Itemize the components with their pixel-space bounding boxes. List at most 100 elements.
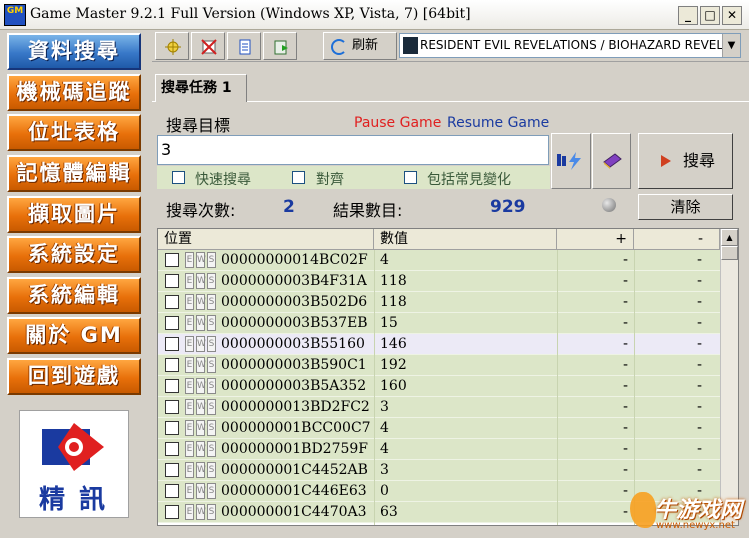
flag-w-icon[interactable]: W [196, 378, 206, 394]
column-header-decrease[interactable]: - [634, 229, 720, 250]
row-checkbox[interactable] [165, 358, 179, 372]
search-settings-button[interactable] [592, 133, 631, 189]
save-file-button[interactable] [263, 32, 297, 60]
pause-game-link[interactable]: Pause Game [354, 115, 441, 131]
column-header-address[interactable]: 位置 [158, 229, 374, 250]
flag-e-icon[interactable]: E [185, 294, 194, 310]
flag-w-icon[interactable]: W [196, 273, 206, 289]
flag-s-icon[interactable]: S [207, 315, 216, 331]
table-row[interactable]: E W S 00000000014BC02F 4 - - [158, 250, 720, 271]
flag-e-icon[interactable]: E [185, 252, 194, 268]
column-header-value[interactable]: 數值 [374, 229, 557, 250]
row-checkbox[interactable] [165, 379, 179, 393]
flag-w-icon[interactable]: W [196, 483, 206, 499]
flag-s-icon[interactable]: S [207, 336, 216, 352]
align-checkbox[interactable] [292, 171, 305, 184]
scroll-thumb[interactable] [721, 246, 738, 260]
flag-s-icon[interactable]: S [207, 294, 216, 310]
clear-button[interactable]: 清除 [638, 194, 733, 220]
table-row[interactable]: E W S 000000001C4452AB 3 - - [158, 460, 720, 481]
sidebar-item-system-edit[interactable]: 系統編輯 [7, 277, 141, 314]
flag-e-icon[interactable]: E [185, 336, 194, 352]
flag-w-icon[interactable]: W [196, 399, 206, 415]
vertical-scrollbar[interactable]: ▲ [720, 229, 738, 525]
row-checkbox[interactable] [165, 274, 179, 288]
search-mode-button[interactable] [551, 133, 591, 189]
flag-e-icon[interactable]: E [185, 504, 194, 520]
flag-w-icon[interactable]: W [196, 420, 206, 436]
flag-s-icon[interactable]: S [207, 462, 216, 478]
row-checkbox[interactable] [165, 505, 179, 519]
maximize-button[interactable]: □ [700, 6, 720, 25]
flag-s-icon[interactable]: S [207, 504, 216, 520]
row-checkbox[interactable] [165, 316, 179, 330]
resume-game-link[interactable]: Resume Game [447, 115, 549, 131]
chevron-down-icon[interactable]: ▼ [722, 34, 740, 57]
table-row[interactable]: E W S 0000000003B590C1 192 - - [158, 355, 720, 376]
new-search-button[interactable] [155, 32, 189, 60]
flag-w-icon[interactable]: W [196, 315, 206, 331]
flag-e-icon[interactable]: E [185, 378, 194, 394]
flag-e-icon[interactable]: E [185, 483, 194, 499]
flag-w-icon[interactable]: W [196, 462, 206, 478]
flag-w-icon[interactable]: W [196, 294, 206, 310]
scan-button[interactable]: 搜尋 [638, 133, 733, 189]
flag-e-icon[interactable]: E [185, 273, 194, 289]
flag-s-icon[interactable]: S [207, 441, 216, 457]
sidebar-item-code-trace[interactable]: 機械碼追蹤 [7, 74, 141, 111]
sidebar-item-capture-image[interactable]: 擷取圖片 [7, 196, 141, 233]
process-select[interactable]: RESIDENT EVIL REVELATIONS / BIOHAZARD RE… [399, 33, 741, 58]
row-checkbox[interactable] [165, 295, 179, 309]
sidebar-item-address-table[interactable]: 位址表格 [7, 114, 141, 151]
search-input[interactable]: 3 [157, 135, 549, 165]
flag-w-icon[interactable]: W [196, 336, 206, 352]
sidebar-item-system-settings[interactable]: 系統設定 [7, 236, 141, 273]
refresh-button[interactable]: 刷新 [323, 32, 397, 60]
delete-task-button[interactable] [191, 32, 225, 60]
minimize-button[interactable]: _ [678, 6, 698, 25]
flag-w-icon[interactable]: W [196, 441, 206, 457]
table-row[interactable]: E W S 0000000003B4F31A 118 - - [158, 271, 720, 292]
row-checkbox[interactable] [165, 442, 179, 456]
flag-s-icon[interactable]: S [207, 273, 216, 289]
fast-search-checkbox[interactable] [172, 171, 185, 184]
table-row[interactable]: E W S 000000001BCC00C7 4 - - [158, 418, 720, 439]
tab-search-task-1[interactable]: 搜尋任務 1 [155, 74, 247, 102]
flag-s-icon[interactable]: S [207, 483, 216, 499]
column-header-increase[interactable]: + [557, 229, 634, 250]
flag-e-icon[interactable]: E [185, 441, 194, 457]
sidebar-item-return-game[interactable]: 回到遊戲 [7, 358, 141, 395]
flag-e-icon[interactable]: E [185, 420, 194, 436]
row-checkbox[interactable] [165, 421, 179, 435]
row-checkbox[interactable] [165, 463, 179, 477]
row-checkbox[interactable] [165, 484, 179, 498]
sidebar-item-about[interactable]: 關於 GM [7, 317, 141, 354]
flag-e-icon[interactable]: E [185, 462, 194, 478]
row-checkbox[interactable] [165, 337, 179, 351]
table-row[interactable]: E W S 0000000003B5A352 160 - - [158, 376, 720, 397]
row-checkbox[interactable] [165, 400, 179, 414]
flag-w-icon[interactable]: W [196, 252, 206, 268]
close-button[interactable]: ✕ [722, 6, 742, 25]
flag-s-icon[interactable]: S [207, 399, 216, 415]
flag-w-icon[interactable]: W [196, 357, 206, 373]
scroll-up-icon[interactable]: ▲ [721, 229, 738, 246]
open-file-button[interactable] [227, 32, 261, 60]
row-checkbox[interactable] [165, 253, 179, 267]
sidebar-item-data-search[interactable]: 資料搜尋 [7, 33, 141, 70]
table-row[interactable]: E W S 0000000003B537EB 15 - - [158, 313, 720, 334]
flag-e-icon[interactable]: E [185, 357, 194, 373]
table-row[interactable]: E W S 0000000003B55160 146 - - [158, 334, 720, 355]
table-row[interactable]: E W S 000000001BD2759F 4 - - [158, 439, 720, 460]
sidebar-item-memory-editor[interactable]: 記憶體編輯 [7, 155, 141, 192]
flag-s-icon[interactable]: S [207, 357, 216, 373]
flag-w-icon[interactable]: W [196, 504, 206, 520]
table-row[interactable]: E W S 0000000003B502D6 118 - - [158, 292, 720, 313]
flag-s-icon[interactable]: S [207, 378, 216, 394]
flag-s-icon[interactable]: S [207, 252, 216, 268]
flag-s-icon[interactable]: S [207, 420, 216, 436]
table-row[interactable]: E W S 0000000013BD2FC2 3 - - [158, 397, 720, 418]
flag-e-icon[interactable]: E [185, 315, 194, 331]
flag-e-icon[interactable]: E [185, 399, 194, 415]
common-variations-checkbox[interactable] [404, 171, 417, 184]
